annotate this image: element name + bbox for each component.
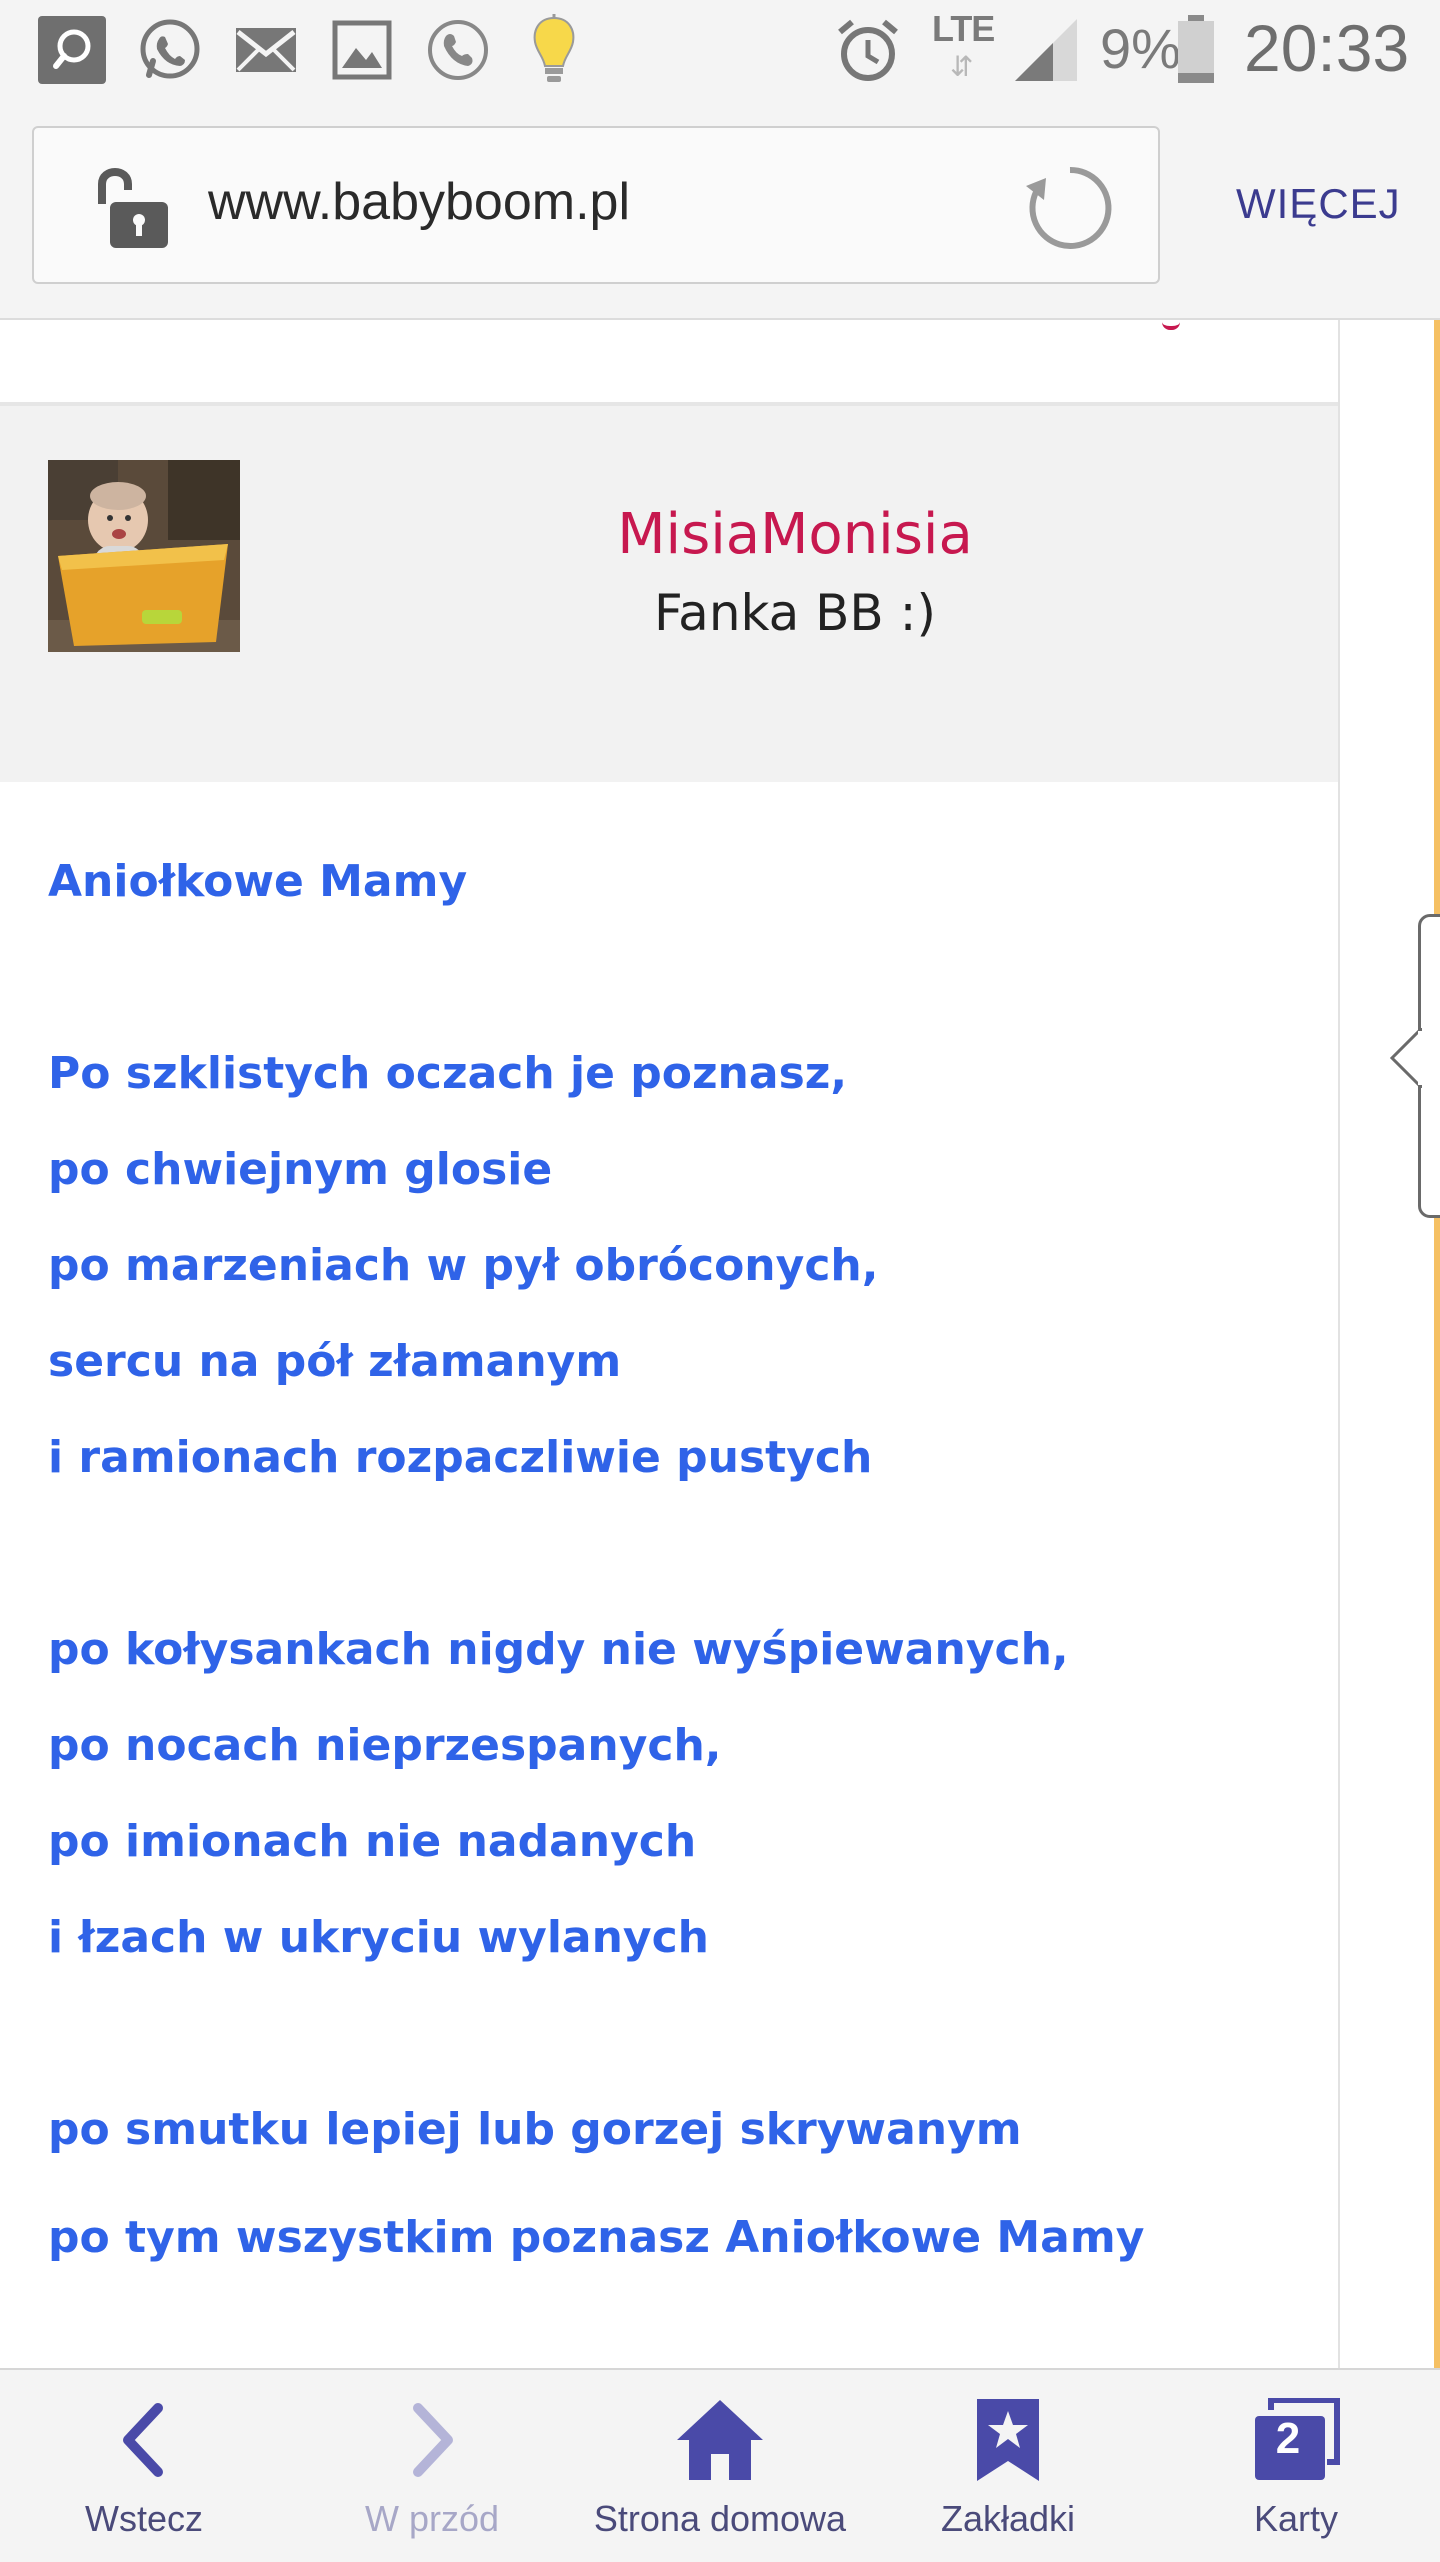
poem-title: Aniołkowe Mamy <box>48 856 468 907</box>
lightbulb-icon <box>518 14 590 86</box>
home-label[interactable]: Strona domowa <box>576 2498 864 2540</box>
home-button[interactable]: Strona domowa <box>576 2370 864 2562</box>
page-edge-stripe <box>1434 320 1440 2368</box>
call-icon <box>422 14 494 86</box>
tabs-label[interactable]: Karty <box>1152 2498 1440 2540</box>
more-button[interactable]: WIĘCEJ <box>1236 180 1401 228</box>
whatsapp-icon <box>134 14 206 86</box>
browser-toolbar: www.babyboom.pl WIĘCEJ <box>0 100 1440 320</box>
tab-count[interactable]: 2 <box>1246 2414 1330 2464</box>
bottom-navigation: Wstecz W przód Strona domowa Zakładki 2 … <box>0 2368 1440 2562</box>
poem-line: Po szklistych oczach je poznasz, <box>48 1048 848 1099</box>
status-bar: LTE ⇵ 9% 20:33 <box>0 0 1440 100</box>
network-type: LTE <box>932 8 995 49</box>
search-notification-icon <box>36 14 108 86</box>
back-label[interactable]: Wstecz <box>0 2498 288 2540</box>
web-page-content: MisiaMonisia Fanka BB :) Aniołkowe Mamy … <box>0 320 1440 2368</box>
post-author-card: MisiaMonisia Fanka BB :) <box>0 402 1338 782</box>
back-button[interactable]: Wstecz <box>0 2370 288 2562</box>
poem-line: i ramionach rozpaczliwie pustych <box>48 1432 873 1483</box>
clock: 20:33 <box>1244 11 1410 85</box>
poem-line: po smutku lepiej lub gorzej skrywanym <box>48 2104 1022 2155</box>
poem-line: po chwiejnym glosie <box>48 1144 553 1195</box>
battery-icon <box>1172 14 1220 86</box>
poem-line: po nocach nieprzespanych, <box>48 1720 722 1771</box>
avatar[interactable] <box>48 460 240 652</box>
signal-icon <box>1010 14 1082 86</box>
bookmark-star-icon[interactable] <box>958 2390 1058 2490</box>
poem-line: i łzach w ukryciu wylanych <box>48 1912 710 1963</box>
forward-button[interactable]: W przód <box>288 2370 576 2562</box>
chevron-right-icon[interactable] <box>382 2390 482 2490</box>
battery-percent: 9% <box>1100 17 1181 80</box>
reload-icon[interactable] <box>1024 162 1116 254</box>
author-username[interactable]: MisiaMonisia <box>340 502 1250 567</box>
lte-indicator: LTE ⇵ <box>930 8 1000 92</box>
poem-line: po marzeniach w pył obróconych, <box>48 1240 879 1291</box>
chevron-left-icon[interactable] <box>1389 1024 1424 1092</box>
unlocked-padlock-icon[interactable] <box>80 160 180 256</box>
alarm-icon <box>832 14 904 86</box>
poem-line: po tym wszystkim poznasz Aniołkowe Mamy <box>48 2212 1145 2263</box>
tabs-button[interactable]: 2 Karty <box>1152 2370 1440 2562</box>
author-rank: Fanka BB :) <box>654 584 936 642</box>
home-icon[interactable] <box>670 2390 770 2490</box>
content-divider <box>1338 320 1340 2368</box>
address-bar[interactable]: www.babyboom.pl <box>32 126 1160 284</box>
poem-line: sercu na pół złamanym <box>48 1336 622 1387</box>
data-arrows-icon: ⇵ <box>950 51 974 82</box>
poem-line: po kołysankach nigdy nie wyśpiewanych, <box>48 1624 1069 1675</box>
bookmarks-button[interactable]: Zakładki <box>864 2370 1152 2562</box>
forward-label[interactable]: W przód <box>288 2498 576 2540</box>
poem-line: po imionach nie nadanych <box>48 1816 697 1867</box>
cropped-link-glimpse <box>1162 320 1180 330</box>
bookmarks-label[interactable]: Zakładki <box>864 2498 1152 2540</box>
chevron-left-icon[interactable] <box>94 2390 194 2490</box>
url-text[interactable]: www.babyboom.pl <box>208 172 630 232</box>
email-icon <box>230 14 302 86</box>
gallery-icon <box>326 14 398 86</box>
